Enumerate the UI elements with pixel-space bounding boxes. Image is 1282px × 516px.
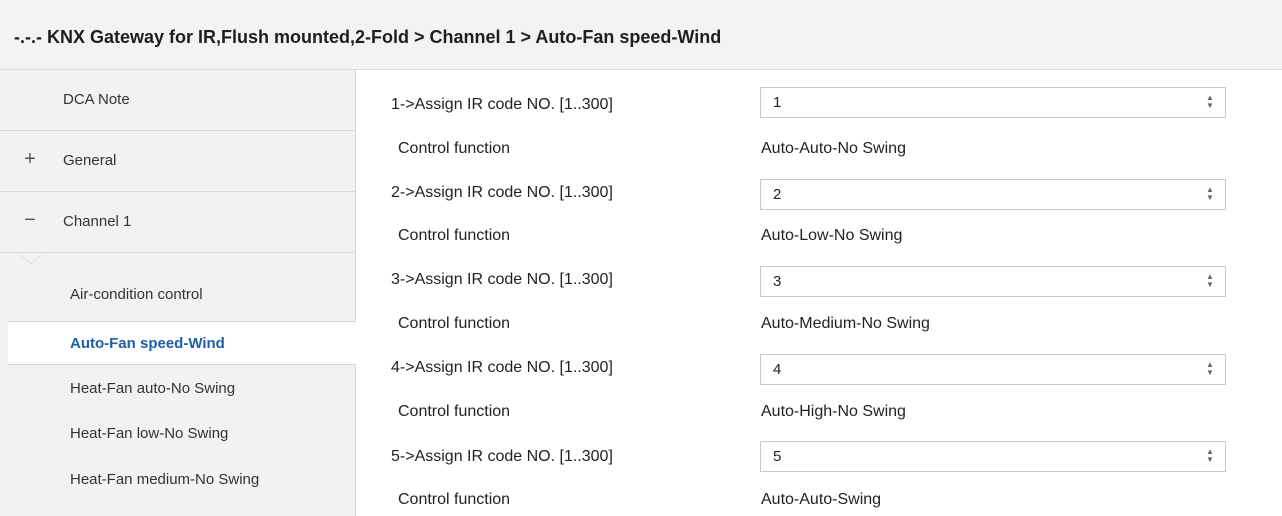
spin-arrows-icon[interactable]: ▲ ▼ bbox=[1205, 94, 1215, 112]
control-function-value-1: Auto-Auto-No Swing bbox=[761, 140, 906, 157]
sidebar-subitem-heat-fan-medium[interactable]: Heat-Fan medium-No Swing bbox=[0, 458, 355, 502]
sidebar-item-dca-note[interactable]: DCA Note bbox=[0, 70, 355, 131]
ir-code-value: 3 bbox=[773, 273, 782, 290]
ir-code-value: 2 bbox=[773, 186, 782, 203]
window-title: -.-.- KNX Gateway for IR,Flush mounted,2… bbox=[14, 27, 722, 47]
ir-code-spinbox-4[interactable]: 4 ▲ ▼ bbox=[760, 354, 1226, 385]
assign-ir-code-label-3: 3->Assign IR code NO. [1..300] bbox=[391, 271, 613, 288]
sidebar-item-channel-1[interactable]: − Channel 1 bbox=[0, 192, 355, 253]
control-function-value-2: Auto-Low-No Swing bbox=[761, 227, 903, 244]
sidebar-subitem-label: Heat-Fan medium-No Swing bbox=[70, 471, 260, 488]
sidebar-item-label: Channel 1 bbox=[63, 213, 132, 230]
ir-code-value: 5 bbox=[773, 448, 782, 465]
sidebar-subitem-air-condition-control[interactable]: Air-condition control bbox=[0, 273, 355, 317]
spin-arrows-icon[interactable]: ▲ ▼ bbox=[1205, 448, 1215, 466]
control-function-value-5: Auto-Auto-Swing bbox=[761, 491, 882, 508]
sidebar-subitem-heat-fan-low[interactable]: Heat-Fan low-No Swing bbox=[0, 412, 355, 456]
sidebar-subitem-label: Air-condition control bbox=[70, 286, 203, 303]
expand-plus-icon[interactable]: + bbox=[22, 149, 38, 169]
sidebar: DCA Note + General − Channel 1 Air-condi… bbox=[0, 70, 356, 516]
ir-code-value: 4 bbox=[773, 361, 782, 378]
sidebar-subitem-label: Heat-Fan auto-No Swing bbox=[70, 380, 236, 397]
collapse-minus-icon[interactable]: − bbox=[22, 210, 38, 230]
assign-ir-code-label-1: 1->Assign IR code NO. [1..300] bbox=[391, 96, 613, 113]
control-function-label-2: Control function bbox=[398, 227, 511, 244]
assign-ir-code-label-5: 5->Assign IR code NO. [1..300] bbox=[391, 448, 613, 465]
sidebar-item-label: General bbox=[63, 152, 117, 169]
ir-code-spinbox-2[interactable]: 2 ▲ ▼ bbox=[760, 179, 1226, 210]
control-function-value-3: Auto-Medium-No Swing bbox=[761, 315, 930, 332]
sidebar-item-label: DCA Note bbox=[63, 91, 130, 108]
expanded-notch-fill bbox=[21, 255, 41, 263]
ir-code-spinbox-1[interactable]: 1 ▲ ▼ bbox=[760, 87, 1226, 118]
control-function-value-4: Auto-High-No Swing bbox=[761, 403, 906, 420]
spin-arrows-icon[interactable]: ▲ ▼ bbox=[1205, 273, 1215, 291]
control-function-label-1: Control function bbox=[398, 140, 511, 157]
title-bar: -.-.- KNX Gateway for IR,Flush mounted,2… bbox=[0, 0, 1282, 70]
sidebar-subitem-label: Auto-Fan speed-Wind bbox=[70, 335, 225, 352]
spin-arrows-icon[interactable]: ▲ ▼ bbox=[1205, 186, 1215, 204]
parameter-panel: 1->Assign IR code NO. [1..300] 1 ▲ ▼ Cont… bbox=[357, 70, 1282, 516]
control-function-label-4: Control function bbox=[398, 403, 511, 420]
assign-ir-code-label-2: 2->Assign IR code NO. [1..300] bbox=[391, 184, 613, 201]
ir-code-value: 1 bbox=[773, 94, 782, 111]
sidebar-subitem-label: Heat-Fan low-No Swing bbox=[70, 425, 229, 442]
sidebar-item-general[interactable]: + General bbox=[0, 131, 355, 192]
ir-code-spinbox-3[interactable]: 3 ▲ ▼ bbox=[760, 266, 1226, 297]
assign-ir-code-label-4: 4->Assign IR code NO. [1..300] bbox=[391, 359, 613, 376]
control-function-label-5: Control function bbox=[398, 491, 511, 508]
control-function-label-3: Control function bbox=[398, 315, 511, 332]
sidebar-subitem-heat-fan-auto[interactable]: Heat-Fan auto-No Swing bbox=[0, 367, 355, 411]
sidebar-subitem-auto-fan-speed-wind[interactable]: Auto-Fan speed-Wind bbox=[8, 321, 356, 365]
spin-arrows-icon[interactable]: ▲ ▼ bbox=[1205, 361, 1215, 379]
ir-code-spinbox-5[interactable]: 5 ▲ ▼ bbox=[760, 441, 1226, 472]
